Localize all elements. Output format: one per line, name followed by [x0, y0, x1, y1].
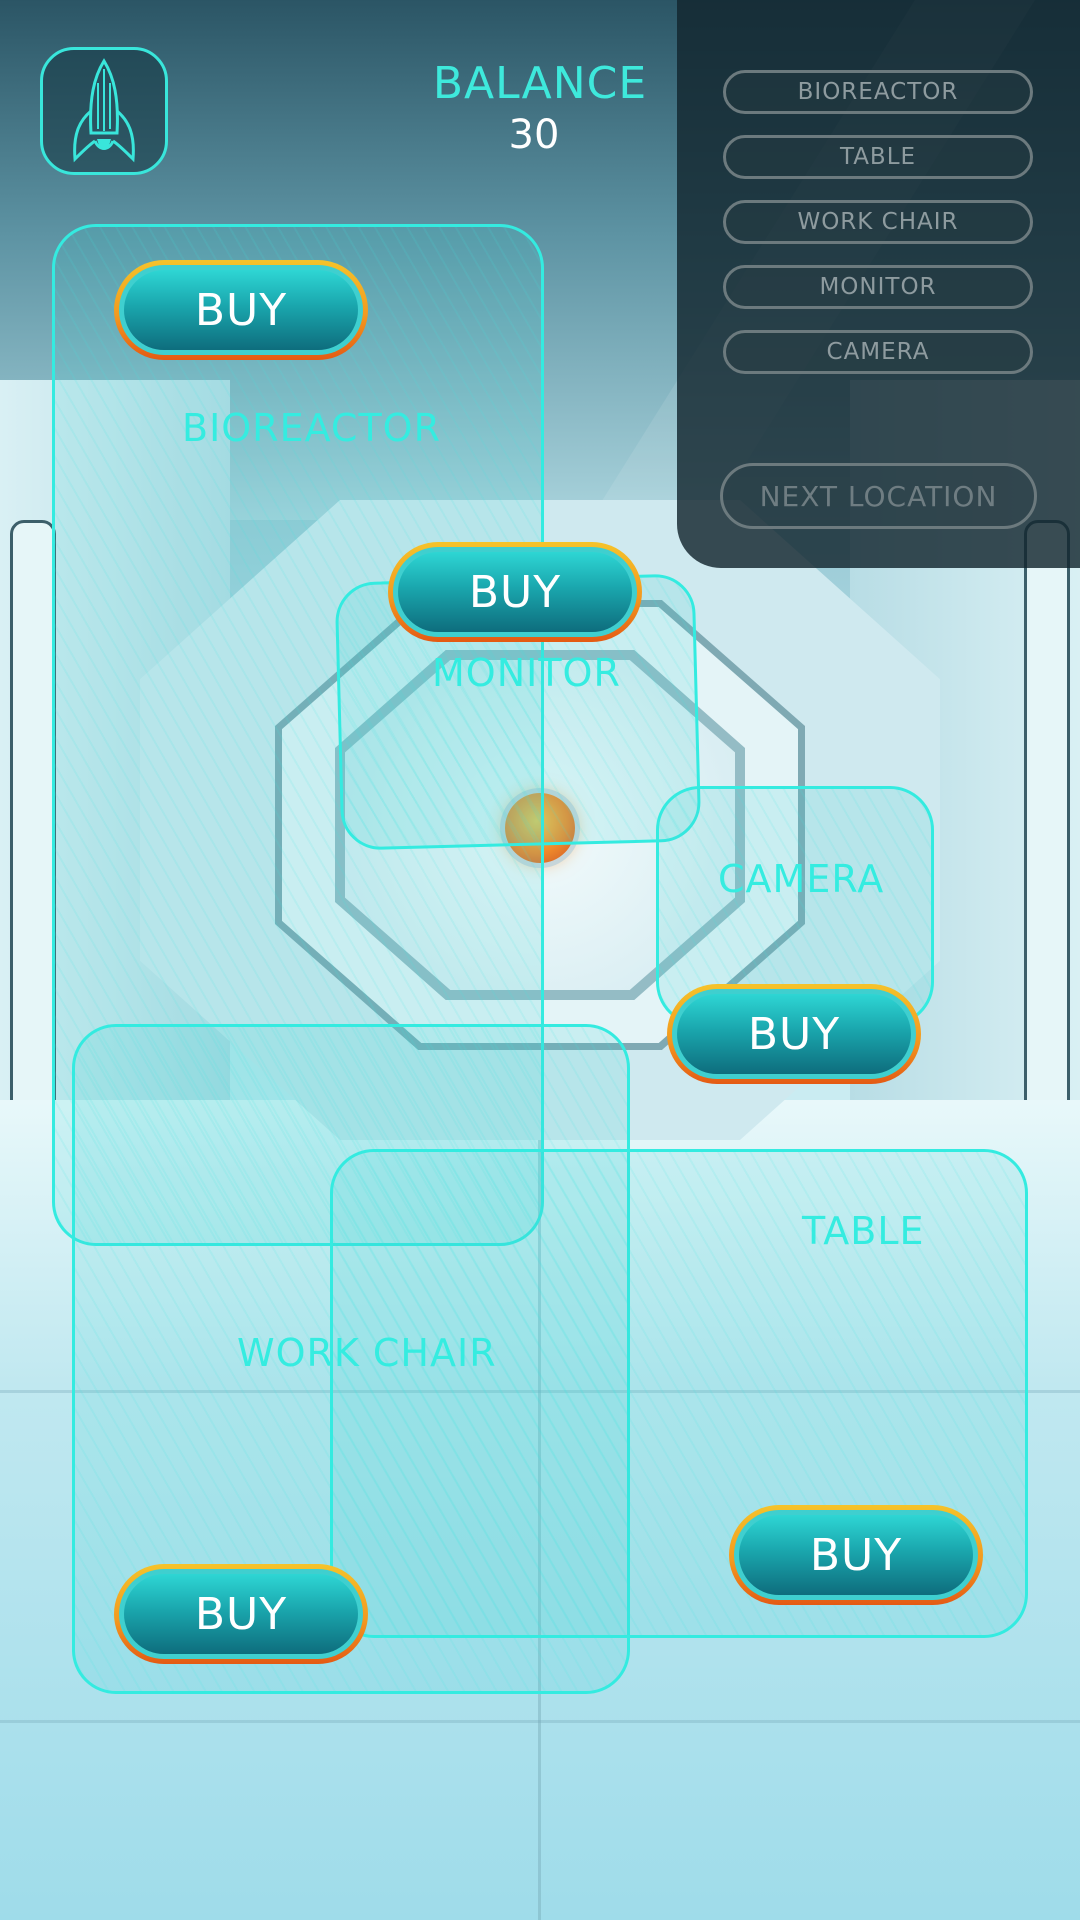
- right-door: [1024, 520, 1070, 1126]
- menu-item-camera[interactable]: CAMERA: [723, 330, 1033, 374]
- buy-table-button[interactable]: BUY: [729, 1505, 983, 1605]
- buy-button-label: BUY: [398, 552, 632, 632]
- menu-item-table[interactable]: TABLE: [723, 135, 1033, 179]
- ship-button[interactable]: [40, 47, 168, 175]
- work-chair-label: WORK CHAIR: [237, 1331, 497, 1375]
- buy-button-frame: BUY: [119, 1569, 363, 1659]
- table-label: TABLE: [802, 1209, 925, 1253]
- buy-button-frame: BUY: [119, 265, 363, 355]
- buy-button-label: BUY: [124, 1574, 358, 1654]
- menu-item-monitor[interactable]: MONITOR: [723, 265, 1033, 309]
- floor-seam: [0, 1720, 1080, 1723]
- bioreactor-label: BIOREACTOR: [182, 406, 441, 450]
- menu-item-work-chair[interactable]: WORK CHAIR: [723, 200, 1033, 244]
- buy-button-frame: BUY: [672, 989, 916, 1079]
- buy-button-frame: BUY: [393, 547, 637, 637]
- monitor-label: MONITOR: [432, 651, 621, 695]
- menu-item-bioreactor[interactable]: BIOREACTOR: [723, 70, 1033, 114]
- rocket-ship-icon: [73, 58, 135, 163]
- buy-work-chair-button[interactable]: BUY: [114, 1564, 368, 1664]
- camera-label: CAMERA: [718, 857, 885, 901]
- buy-button-label: BUY: [739, 1515, 973, 1595]
- buy-camera-button[interactable]: BUY: [667, 984, 921, 1084]
- next-location-button[interactable]: NEXT LOCATION: [720, 463, 1037, 529]
- left-door: [10, 520, 56, 1126]
- buy-button-frame: BUY: [734, 1510, 978, 1600]
- balance-label: BALANCE: [432, 58, 648, 109]
- balance-value: 30: [508, 112, 560, 158]
- buy-button-label: BUY: [124, 270, 358, 350]
- buy-bioreactor-button[interactable]: BUY: [114, 260, 368, 360]
- buy-monitor-button[interactable]: BUY: [388, 542, 642, 642]
- buy-button-label: BUY: [677, 994, 911, 1074]
